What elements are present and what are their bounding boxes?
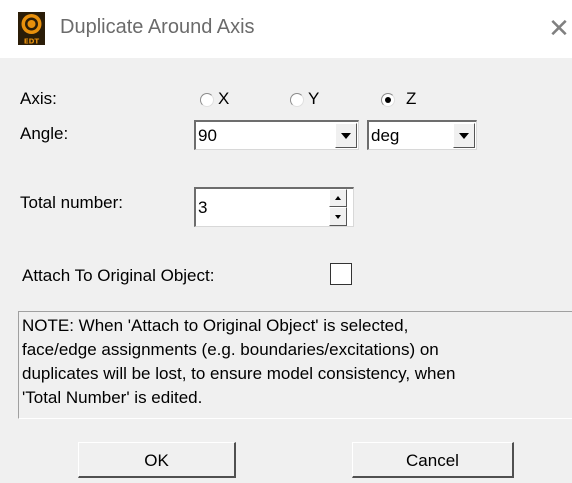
unit-value[interactable]: deg [371,126,399,146]
title-bar: EDT Duplicate Around Axis ✕ [0,0,572,58]
dialog-body: Axis: X Y Z Angle: 90 deg Total number: … [0,58,572,483]
spin-down-button[interactable] [329,207,347,226]
unit-dropdown-button[interactable] [453,123,475,148]
note-line: 'Total Number' is edited. [22,388,203,407]
window-title: Duplicate Around Axis [60,16,255,38]
edt-app-icon: EDT [18,12,45,45]
axis-z-label[interactable]: Z [406,89,416,109]
arrow-up-icon [335,196,341,200]
attach-label: Attach To Original Object: [22,266,215,285]
cancel-button-label: Cancel [406,451,459,470]
axis-x-radio[interactable] [200,93,214,107]
cancel-button[interactable]: Cancel [352,442,514,478]
total-number-value[interactable]: 3 [198,198,207,218]
chevron-down-icon [459,133,469,139]
axis-x-label[interactable]: X [218,89,229,109]
angle-value[interactable]: 90 [198,126,217,146]
note-line: NOTE: When 'Attach to Original Object' i… [22,316,409,335]
ok-button[interactable]: OK [78,442,236,478]
note-box: NOTE: When 'Attach to Original Object' i… [18,311,572,419]
axis-y-radio[interactable] [290,93,304,107]
close-icon[interactable]: ✕ [546,12,572,44]
total-number-input[interactable]: 3 [194,187,354,227]
note-line: face/edge assignments (e.g. boundaries/e… [22,340,439,359]
angle-combobox[interactable]: 90 [194,120,359,150]
arrow-down-icon [335,215,341,219]
svg-text:EDT: EDT [24,38,40,46]
note-line: duplicates will be lost, to ensure model… [22,364,456,383]
axis-y-label[interactable]: Y [308,89,319,109]
total-number-label: Total number: [20,193,123,212]
axis-z-radio[interactable] [381,93,395,107]
angle-dropdown-button[interactable] [335,123,357,148]
angle-label: Angle: [20,124,69,143]
axis-label: Axis: [20,89,57,108]
ok-button-label: OK [144,451,169,470]
attach-checkbox[interactable] [330,263,352,285]
spin-up-button[interactable] [329,189,347,207]
chevron-down-icon [341,133,351,139]
unit-combobox[interactable]: deg [367,120,477,150]
